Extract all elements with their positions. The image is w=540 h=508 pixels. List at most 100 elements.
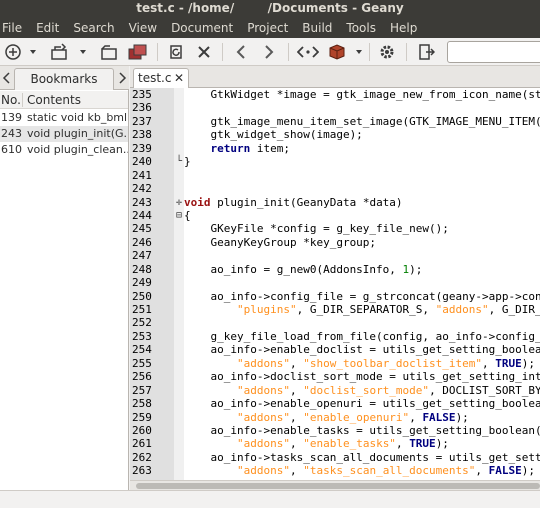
- save-icon[interactable]: [98, 41, 120, 63]
- sidebar-scroll-left-icon[interactable]: [2, 72, 12, 84]
- line-number: 259: [132, 410, 152, 424]
- column-header-contents[interactable]: Contents: [27, 93, 81, 107]
- quit-icon[interactable]: [414, 41, 438, 63]
- sidebar-tab-bar: Bookmarks: [0, 66, 129, 90]
- line-code: GKeyFile *config = g_key_file_new();: [184, 222, 449, 236]
- code-line[interactable]: 243 ✛ void plugin_init(GeanyData *data): [130, 196, 540, 209]
- code-line[interactable]: 260 ao_info->enable_tasks = utils_get_se…: [130, 424, 540, 437]
- build-dropdown-icon[interactable]: [352, 41, 366, 63]
- bookmark-line-number: 139: [1, 111, 22, 124]
- line-code: g_key_file_load_from_file(config, ao_inf…: [184, 330, 540, 343]
- code-line[interactable]: 244 ⊟{: [130, 209, 540, 222]
- code-line[interactable]: 242: [130, 182, 540, 195]
- list-item[interactable]: 610 void plugin_clean...: [0, 142, 128, 158]
- code-line[interactable]: 263 "addons", "tasks_scan_all_documents"…: [130, 464, 540, 477]
- code-token: GKeyFile *config = g_key_file_new();: [184, 222, 449, 236]
- fold-toggle-icon[interactable]: ⊟: [174, 209, 184, 222]
- menu-project[interactable]: Project: [245, 21, 288, 35]
- code-token: "enable_openuri": [303, 410, 410, 424]
- search-input[interactable]: [447, 41, 540, 63]
- close-file-icon[interactable]: [193, 41, 215, 63]
- list-item[interactable]: 243 void plugin_init(G...: [0, 126, 128, 142]
- code-token: ao_info = g_new0(AddonsInfo,: [184, 262, 403, 276]
- code-line[interactable]: 250 ao_info->config_file = g_strconcat(g…: [130, 290, 540, 303]
- code-line[interactable]: 247: [130, 249, 540, 262]
- compile-icon[interactable]: [296, 41, 320, 63]
- bookmark-text: void plugin_init(G...: [27, 127, 128, 140]
- code-line[interactable]: 241: [130, 169, 540, 182]
- tab-close-icon[interactable]: ✕: [174, 69, 184, 88]
- code-token: ,: [289, 410, 304, 424]
- preferences-icon[interactable]: [375, 41, 399, 63]
- code-line[interactable]: 255 "addons", "show_toolbar_doclist_item…: [130, 357, 540, 370]
- line-number: 250: [132, 289, 152, 303]
- code-line[interactable]: 259 "addons", "enable_openuri", FALSE);: [130, 411, 540, 424]
- menu-edit[interactable]: Edit: [34, 21, 59, 35]
- line-code: gtk_widget_show(image);: [184, 128, 362, 141]
- menu-document[interactable]: Document: [169, 21, 233, 35]
- code-line[interactable]: 258 ao_info->enable_openuri = utils_get_…: [130, 397, 540, 410]
- code-line[interactable]: 254 ao_info->enable_doclist = utils_get_…: [130, 343, 540, 356]
- column-divider[interactable]: [22, 93, 23, 107]
- new-file-dropdown-icon[interactable]: [26, 41, 40, 63]
- code-line[interactable]: 246 GeanyKeyGroup *key_group;: [130, 236, 540, 249]
- tab-test-c[interactable]: test.c ✕: [133, 68, 189, 89]
- fold-end-icon: └: [175, 156, 183, 168]
- menu-tools[interactable]: Tools: [344, 21, 376, 35]
- line-code: "plugins", G_DIR_SEPARATOR_S, "addons", …: [184, 303, 540, 316]
- code-line[interactable]: 257 "addons", "doclist_sort_mode", DOCLI…: [130, 384, 540, 397]
- code-line[interactable]: 251 "plugins", G_DIR_SEPARATOR_S, "addon…: [130, 303, 540, 316]
- code-line[interactable]: 256 ao_info->doclist_sort_mode = utils_g…: [130, 370, 540, 383]
- code-editor[interactable]: 235 GtkWidget *image = gtk_image_new_fro…: [130, 88, 540, 480]
- line-number: 254: [132, 343, 152, 357]
- open-file-icon[interactable]: [48, 41, 70, 63]
- back-icon[interactable]: [230, 41, 252, 63]
- list-item[interactable]: 139 static void kb_bml...: [0, 110, 128, 126]
- open-file-dropdown-icon[interactable]: [76, 41, 90, 63]
- horizontal-scrollbar[interactable]: [130, 480, 540, 490]
- toolbar: [0, 38, 540, 66]
- code-line[interactable]: 239 return item;: [130, 142, 540, 155]
- code-line[interactable]: 262 ao_info->tasks_scan_all_documents = …: [130, 451, 540, 464]
- forward-icon[interactable]: [258, 41, 280, 63]
- scrollbar-thumb[interactable]: [136, 483, 540, 489]
- code-line[interactable]: 249: [130, 276, 540, 289]
- sidebar-scroll-right-icon[interactable]: [117, 72, 127, 84]
- save-all-icon[interactable]: [126, 41, 150, 63]
- line-code: ao_info->enable_openuri = utils_get_sett…: [184, 397, 540, 410]
- code-line[interactable]: 253 g_key_file_load_from_file(config, ao…: [130, 330, 540, 343]
- code-line[interactable]: 240 └}: [130, 155, 540, 168]
- tab-bookmarks[interactable]: Bookmarks: [14, 68, 114, 90]
- line-number: 248: [132, 262, 152, 276]
- code-line[interactable]: 261 "addons", "enable_tasks", TRUE);: [130, 437, 540, 450]
- menu-file[interactable]: File: [0, 21, 22, 35]
- code-token: FALSE: [488, 464, 522, 478]
- code-line[interactable]: 237 gtk_image_menu_item_set_image(GTK_IM…: [130, 115, 540, 128]
- toolbar-separator: [222, 43, 223, 61]
- code-line[interactable]: 236: [130, 101, 540, 114]
- code-token: ao_info->doclist_sort_mode = utils_get_s…: [184, 370, 540, 384]
- revert-icon[interactable]: [164, 41, 188, 63]
- menu-view[interactable]: View: [127, 21, 157, 35]
- column-header-no[interactable]: No.: [1, 93, 21, 107]
- menu-search[interactable]: Search: [71, 21, 114, 35]
- line-number: 253: [132, 329, 152, 343]
- code-line[interactable]: 248 ao_info = g_new0(AddonsInfo, 1);: [130, 263, 540, 276]
- line-number: 252: [132, 316, 152, 330]
- code-line[interactable]: 245 GKeyFile *config = g_key_file_new();: [130, 222, 540, 235]
- code-token: ao_info->enable_tasks = utils_get_settin…: [184, 423, 540, 437]
- code-line[interactable]: 238 gtk_widget_show(image);: [130, 128, 540, 141]
- new-file-icon[interactable]: [2, 41, 24, 63]
- code-token: return: [210, 141, 251, 155]
- line-code: ao_info->enable_doclist = utils_get_sett…: [184, 343, 540, 356]
- code-line[interactable]: 235 GtkWidget *image = gtk_image_new_fro…: [130, 88, 540, 101]
- code-token: "enable_tasks": [303, 437, 396, 451]
- menu-build[interactable]: Build: [300, 21, 332, 35]
- sidebar: Bookmarks No. Contents 139 static void k…: [0, 66, 129, 508]
- build-icon[interactable]: [325, 41, 349, 63]
- code-line[interactable]: 252: [130, 316, 540, 329]
- menu-help[interactable]: Help: [388, 21, 417, 35]
